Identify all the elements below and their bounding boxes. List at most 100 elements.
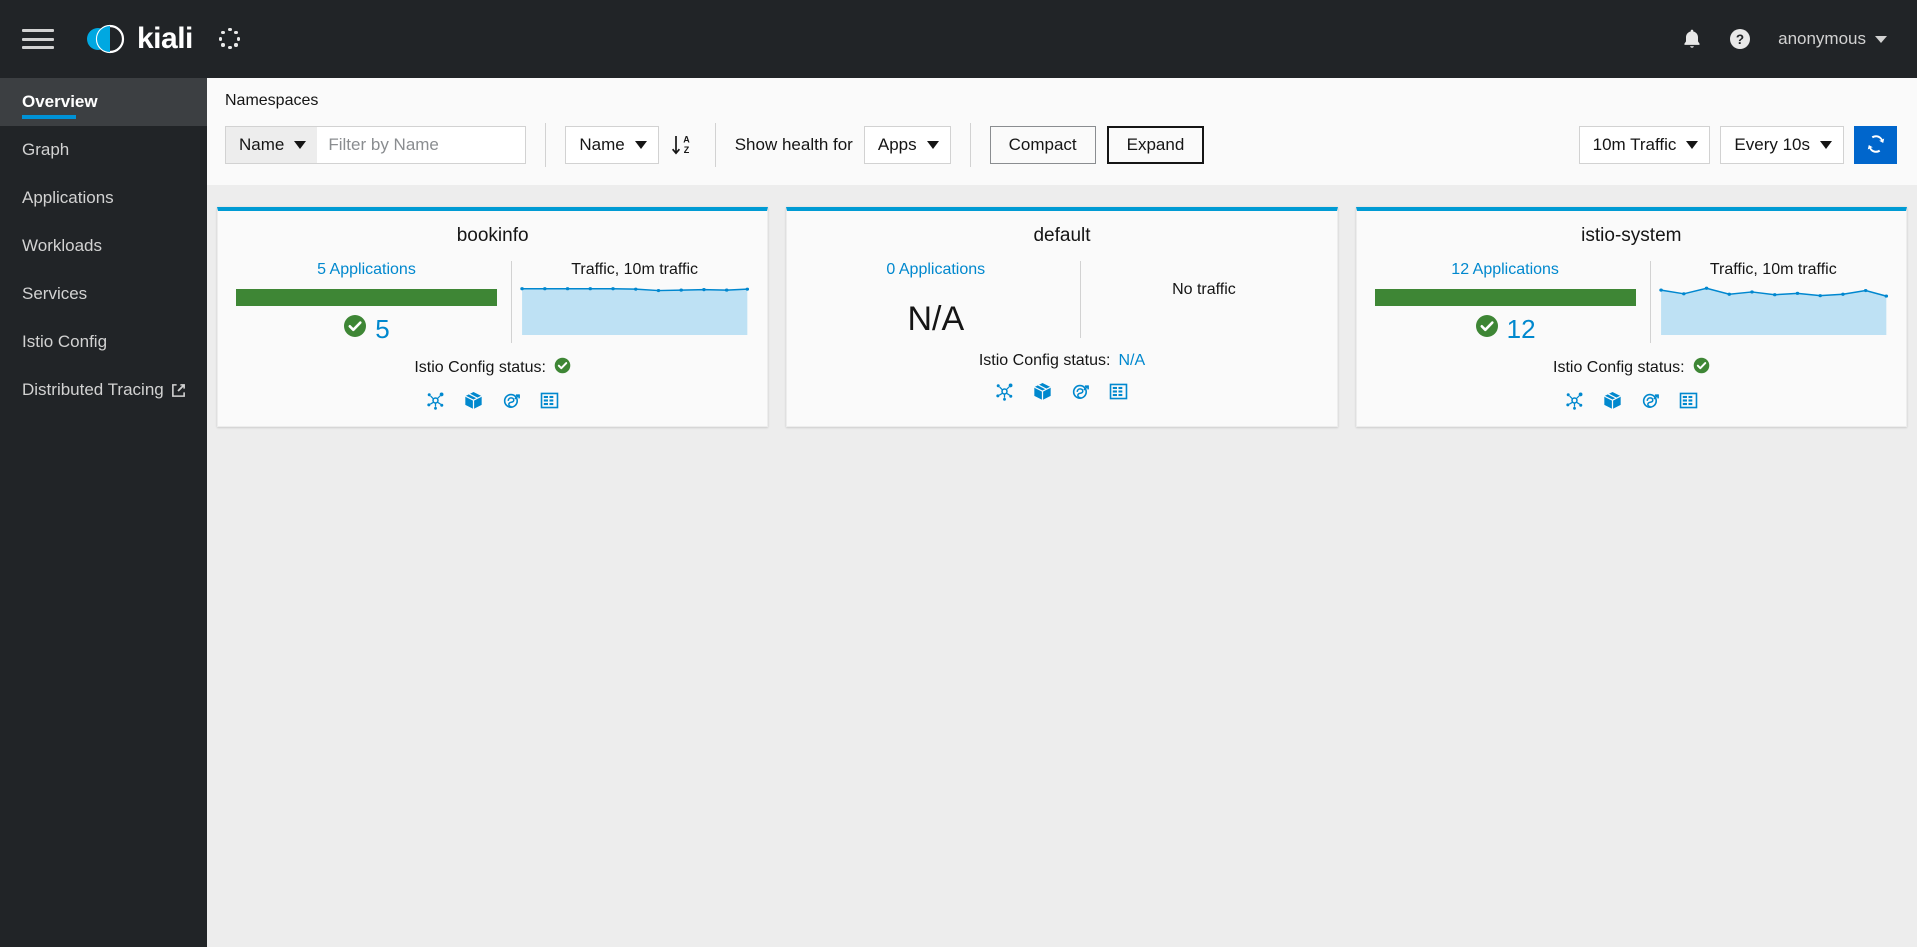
chevron-down-icon xyxy=(926,141,939,149)
check-circle-icon xyxy=(343,314,367,343)
toolbar-divider xyxy=(545,123,547,167)
card-actions xyxy=(1375,391,1888,410)
graph-icon[interactable] xyxy=(1565,391,1584,410)
graph-icon[interactable] xyxy=(995,382,1014,402)
toolbar-row: Name Name A xyxy=(225,123,1897,167)
istio-config-status-label: Istio Config status: xyxy=(978,352,1111,370)
chevron-down-icon xyxy=(1686,141,1699,149)
sidebar-item-workloads[interactable]: Workloads xyxy=(0,222,207,270)
namespace-cards-grid: bookinfo 5 Applications 5 Traffic, 10m t… xyxy=(217,207,1907,427)
istio-config-status: Istio Config status: N/A xyxy=(805,352,1318,370)
sidebar-item-label: Istio Config xyxy=(22,332,108,351)
sort-field-label: Name xyxy=(579,135,625,154)
traffic-sparkline xyxy=(1658,286,1888,335)
user-menu-label[interactable]: anonymous xyxy=(1778,29,1866,49)
kiali-overview-page: kiali ? anonymous Overview Graph Applica… xyxy=(0,0,1917,947)
health-bar xyxy=(1374,289,1636,306)
istio-config-status-value: N/A xyxy=(1118,352,1146,370)
svg-text:Z: Z xyxy=(683,145,689,155)
sort-ascending-az-icon[interactable]: A Z xyxy=(666,129,696,161)
applications-link[interactable]: 0 Applications xyxy=(886,261,985,279)
page-title: Namespaces xyxy=(225,92,319,109)
namespace-title: default xyxy=(1033,225,1091,246)
card-traffic-section: No traffic xyxy=(1089,261,1318,338)
health-bar xyxy=(236,289,497,306)
sidebar-item-distributed-tracing[interactable]: Distributed Tracing xyxy=(0,366,207,414)
refresh-interval-select[interactable]: Every 10s xyxy=(1720,126,1844,164)
filter-category-label: Name xyxy=(239,135,285,154)
card-traffic-section: Traffic, 10m traffic xyxy=(1658,261,1888,343)
applications-link[interactable]: 12 Applications xyxy=(1451,261,1559,279)
toolbar-divider xyxy=(714,123,716,167)
toolbar-divider xyxy=(969,123,971,167)
workloads-cube-icon[interactable] xyxy=(1033,382,1052,401)
traffic-range-select[interactable]: 10m Traffic xyxy=(1578,126,1711,164)
card-actions xyxy=(805,382,1318,402)
traffic-range-label: 10m Traffic xyxy=(1592,135,1677,154)
kiali-brand[interactable]: kiali xyxy=(82,20,193,58)
applications-link[interactable]: 5 Applications xyxy=(317,261,416,279)
graph-icon[interactable] xyxy=(426,391,445,410)
expand-view-button[interactable]: Expand xyxy=(1106,126,1205,164)
bell-icon[interactable] xyxy=(1668,15,1716,63)
sidebar-item-applications[interactable]: Applications xyxy=(0,174,207,222)
services-icon[interactable] xyxy=(1071,382,1090,401)
namespace-cards-area: bookinfo 5 Applications 5 Traffic, 10m t… xyxy=(207,185,1917,947)
istio-config-status: Istio Config status: xyxy=(1375,357,1888,379)
compact-view-button[interactable]: Compact xyxy=(989,126,1096,164)
check-circle-icon xyxy=(1475,314,1499,343)
card-health-section: 5 Applications 5 xyxy=(236,261,503,343)
card-body: 0 Applications N/A No traffic xyxy=(805,261,1318,339)
external-link-icon xyxy=(171,383,186,398)
check-circle-icon xyxy=(554,357,571,379)
chevron-down-icon xyxy=(634,141,647,149)
sidebar-item-label: Services xyxy=(22,284,88,303)
health-na-value: N/A xyxy=(907,300,965,338)
chevron-down-icon xyxy=(1820,141,1832,149)
kiali-logo-icon xyxy=(82,20,128,58)
health-count-value: 12 xyxy=(1506,313,1536,344)
istio-config-status-label: Istio Config status: xyxy=(1553,359,1685,376)
sidebar-item-overview[interactable]: Overview xyxy=(0,78,207,126)
istio-config-grid-icon[interactable] xyxy=(1679,391,1698,410)
health-count: 5 xyxy=(343,314,390,343)
services-icon[interactable] xyxy=(1641,391,1660,410)
masthead-actions: ? anonymous xyxy=(1668,15,1893,63)
workloads-cube-icon[interactable] xyxy=(1603,391,1622,410)
no-traffic-label: No traffic xyxy=(1172,281,1236,298)
namespace-title: istio-system xyxy=(1581,225,1682,246)
istio-config-status-label: Istio Config status: xyxy=(414,359,546,376)
workloads-cube-icon[interactable] xyxy=(464,391,483,410)
sidebar-item-graph[interactable]: Graph xyxy=(0,126,207,174)
sidebar-item-label: Workloads xyxy=(22,236,102,255)
overview-toolbar: Namespaces Name Name xyxy=(207,78,1917,185)
hamburger-icon[interactable] xyxy=(22,26,54,52)
help-circle-icon[interactable]: ? xyxy=(1716,15,1764,63)
sidebar-item-label: Overview xyxy=(22,92,98,111)
istio-config-grid-icon[interactable] xyxy=(540,391,559,410)
chevron-down-icon[interactable] xyxy=(1875,35,1887,43)
check-circle-icon xyxy=(1693,357,1710,379)
sort-field-select[interactable]: Name xyxy=(565,126,659,164)
sidebar-item-label: Applications xyxy=(22,188,114,207)
services-icon[interactable] xyxy=(502,391,521,410)
filter-by-name-input[interactable] xyxy=(317,126,527,164)
traffic-title: Traffic, 10m traffic xyxy=(571,261,699,278)
traffic-title: Traffic, 10m traffic xyxy=(1709,261,1837,278)
loading-spinner-icon xyxy=(218,28,241,50)
health-scope-select[interactable]: Apps xyxy=(863,126,951,164)
refresh-interval-label: Every 10s xyxy=(1734,135,1810,154)
refresh-button[interactable] xyxy=(1854,126,1897,164)
sidebar-item-istio-config[interactable]: Istio Config xyxy=(0,318,207,366)
namespace-card[interactable]: bookinfo 5 Applications 5 Traffic, 10m t… xyxy=(217,207,769,427)
istio-config-grid-icon[interactable] xyxy=(1109,382,1128,401)
filter-category-select[interactable]: Name xyxy=(225,126,318,164)
refresh-icon xyxy=(1866,134,1886,157)
namespace-card[interactable]: istio-system 12 Applications 12 Traffic,… xyxy=(1355,207,1907,427)
brand-name: kiali xyxy=(137,22,193,55)
sidebar-item-label: Distributed Tracing xyxy=(22,380,164,399)
health-scope-label: Apps xyxy=(877,135,917,154)
namespace-card[interactable]: default 0 Applications N/A No traffic Is… xyxy=(786,207,1338,427)
card-divider xyxy=(510,261,512,343)
sidebar-item-services[interactable]: Services xyxy=(0,270,207,318)
